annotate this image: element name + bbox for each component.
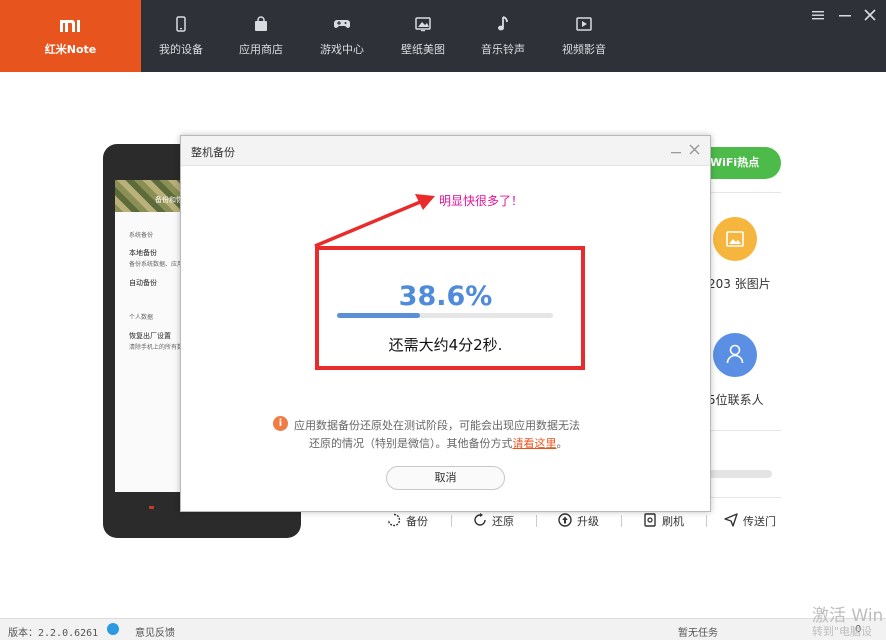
notice-text: 。 (556, 437, 568, 450)
upgrade-action[interactable]: 升级 (558, 513, 608, 529)
backup-icon (387, 513, 401, 527)
nav-label: 游戏中心 (320, 43, 364, 56)
minimize-icon[interactable] (838, 8, 852, 22)
flash-action[interactable]: 刷机 (643, 513, 693, 529)
status-bar: 版本：2.2.0.6261 意见反馈 暂无任务 0 (0, 618, 886, 640)
divider (700, 430, 781, 431)
dialog-title: 整机备份 (191, 146, 235, 159)
notice-line-1: 应用数据备份还原处在测试阶段，可能会出现应用数据无法 (294, 419, 580, 432)
update-icon[interactable] (107, 623, 119, 635)
progress-track (337, 313, 553, 318)
action-label: 还原 (492, 515, 514, 528)
divider (700, 497, 781, 498)
action-label: 升级 (577, 515, 599, 528)
divider (700, 192, 781, 193)
see-here-link[interactable]: 请看这里 (513, 437, 557, 450)
nav-game-center[interactable]: 游戏中心 (302, 0, 382, 72)
nav-my-device[interactable]: 我的设备 (141, 0, 221, 72)
phone-item-label: 本地备份 (129, 249, 157, 257)
photos-circle[interactable] (713, 217, 757, 261)
picture-icon (726, 231, 744, 247)
mi-logo-icon (60, 20, 80, 32)
phone-item-label: 恢复出厂设置 (129, 332, 171, 340)
music-note-icon (498, 16, 508, 31)
person-icon (726, 344, 744, 364)
send-action[interactable]: 传送门 (724, 513, 784, 529)
progress-fill (337, 313, 421, 318)
flash-icon (644, 513, 656, 527)
action-label: 备份 (406, 515, 428, 528)
nav-video[interactable]: 视频影音 (544, 0, 624, 72)
nav-label: 我的设备 (159, 43, 203, 56)
version-label: 版本：2.2.0.6261 (8, 628, 99, 639)
restore-action[interactable]: 还原 (473, 513, 523, 529)
divider (621, 515, 622, 527)
phone-icon (176, 16, 186, 32)
app-window: 红米Note 我的设备 应用商店 游戏中心 壁纸美图 音乐铃声 视频影音 备份和… (0, 0, 886, 640)
nav-app-store[interactable]: 应用商店 (221, 0, 301, 72)
gamepad-icon (334, 20, 350, 28)
picture-icon (415, 17, 431, 32)
nav-label: 视频影音 (562, 43, 606, 56)
phone-section-label: 系统备份 (129, 232, 154, 239)
bag-icon (255, 16, 267, 31)
nav-label: 应用商店 (239, 43, 283, 56)
backup-action[interactable]: 备份 (387, 513, 437, 529)
activation-watermark-sub: 转到"电脑设 (812, 625, 873, 638)
divider (536, 515, 537, 527)
nav-music[interactable]: 音乐铃声 (463, 0, 543, 72)
phone-section-label: 个人数据 (129, 314, 154, 321)
notice-line-2: 还原的情况（特别是微信）。其他备份方式请看这里。 (309, 435, 568, 451)
upgrade-icon (558, 513, 572, 527)
phone-item-label: 自动备份 (129, 279, 157, 287)
action-label: 刷机 (662, 515, 684, 528)
progress-percent: 38.6% (398, 281, 493, 312)
divider (706, 515, 707, 527)
video-icon (576, 17, 592, 31)
minimize-icon[interactable] (670, 144, 682, 156)
notice-text: 还原的情况（特别是微信）。其他备份方式 (309, 437, 513, 450)
photos-count[interactable]: 203 张图片 (708, 275, 771, 292)
close-icon[interactable] (688, 143, 701, 156)
device-brand-tab[interactable]: 红米Note (0, 0, 141, 72)
wifi-hotspot-button[interactable]: WiFi热点 (700, 147, 781, 179)
nav-label: 音乐铃声 (481, 43, 525, 56)
remaining-time: 还需大约4分2秒. (388, 336, 503, 354)
contacts-circle[interactable] (713, 333, 757, 377)
cancel-button[interactable]: 取消 (386, 466, 505, 490)
dialog-titlebar[interactable]: 整机备份 (181, 136, 710, 166)
top-nav-bar: 红米Note 我的设备 应用商店 游戏中心 壁纸美图 音乐铃声 视频影音 (0, 0, 886, 72)
menu-icon[interactable] (811, 8, 825, 22)
nav-label: 壁纸美图 (401, 43, 445, 56)
divider (451, 515, 452, 527)
backup-dialog: 整机备份 明显快很多了！ 38.6% 还需大约4分2秒. i 应用数据备份还原处… (180, 135, 711, 512)
nav-wallpapers[interactable]: 壁纸美图 (383, 0, 463, 72)
send-icon (724, 513, 738, 527)
task-status[interactable]: 暂无任务 (678, 624, 718, 639)
contacts-count[interactable]: 5位联系人 (708, 391, 764, 408)
close-icon[interactable] (863, 8, 877, 22)
device-name: 红米Note (44, 43, 97, 56)
annotation-arrow (314, 194, 435, 248)
annotation-text: 明显快很多了！ (439, 194, 524, 208)
action-label: 传送门 (743, 515, 776, 528)
phone-item-sub: 备份系统数据、应用 (129, 261, 184, 268)
feedback-link[interactable]: 意见反馈 (135, 624, 175, 639)
restore-icon (474, 513, 486, 526)
info-icon: i (273, 416, 288, 431)
phone-led (149, 506, 154, 509)
